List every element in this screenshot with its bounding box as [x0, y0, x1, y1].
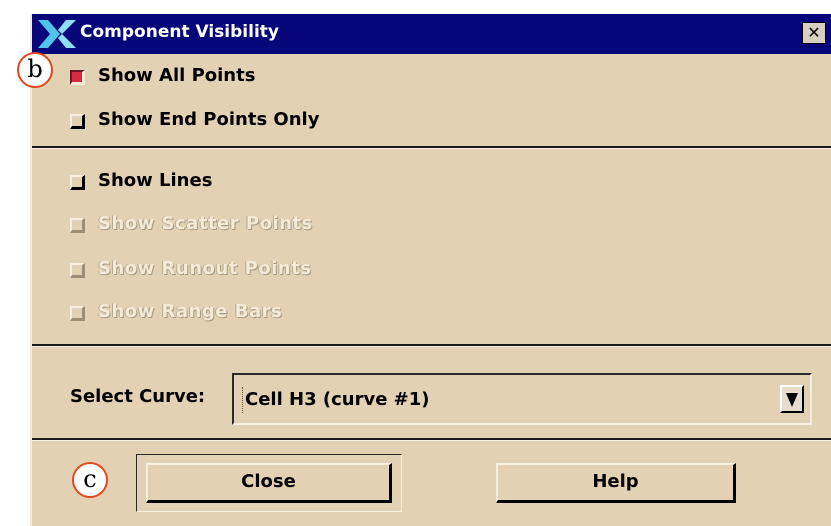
toggle-indicator-checked: [70, 70, 85, 85]
toggle-indicator: [70, 114, 85, 129]
callout-marker: c: [72, 462, 108, 498]
toggle-indicator: [70, 263, 85, 278]
option-label: Show End Points Only: [98, 109, 320, 130]
option-label: Show Scatter Points: [98, 213, 313, 234]
select-curve-value: Cell H3 (curve #1): [242, 387, 430, 413]
window-title: Component Visibility: [80, 22, 279, 42]
option-label: Show Runout Points: [98, 258, 312, 279]
select-curve-dropdown[interactable]: Cell H3 (curve #1): [232, 373, 812, 425]
separator: [32, 438, 831, 441]
component-visibility-dialog: Component Visibility ✕ Show All Points S…: [30, 14, 831, 526]
toggle-indicator: [70, 175, 85, 190]
separator: [32, 344, 831, 347]
help-button[interactable]: Help: [496, 463, 736, 503]
down-arrow-icon: [786, 393, 798, 407]
option-label: Show All Points: [98, 65, 256, 86]
title-bar[interactable]: Component Visibility ✕: [32, 14, 831, 54]
toggle-indicator: [70, 306, 85, 321]
select-curve-label: Select Curve:: [70, 386, 206, 407]
toggle-indicator: [70, 218, 85, 233]
callout-marker: b: [17, 52, 53, 88]
separator: [32, 146, 831, 149]
down-arrow-icon[interactable]: [780, 385, 804, 413]
close-icon[interactable]: ✕: [802, 22, 826, 44]
close-button[interactable]: Close: [146, 463, 392, 503]
x-logo-icon: [38, 20, 76, 48]
option-label: Show Range Bars: [98, 301, 283, 322]
option-label: Show Lines: [98, 170, 213, 191]
